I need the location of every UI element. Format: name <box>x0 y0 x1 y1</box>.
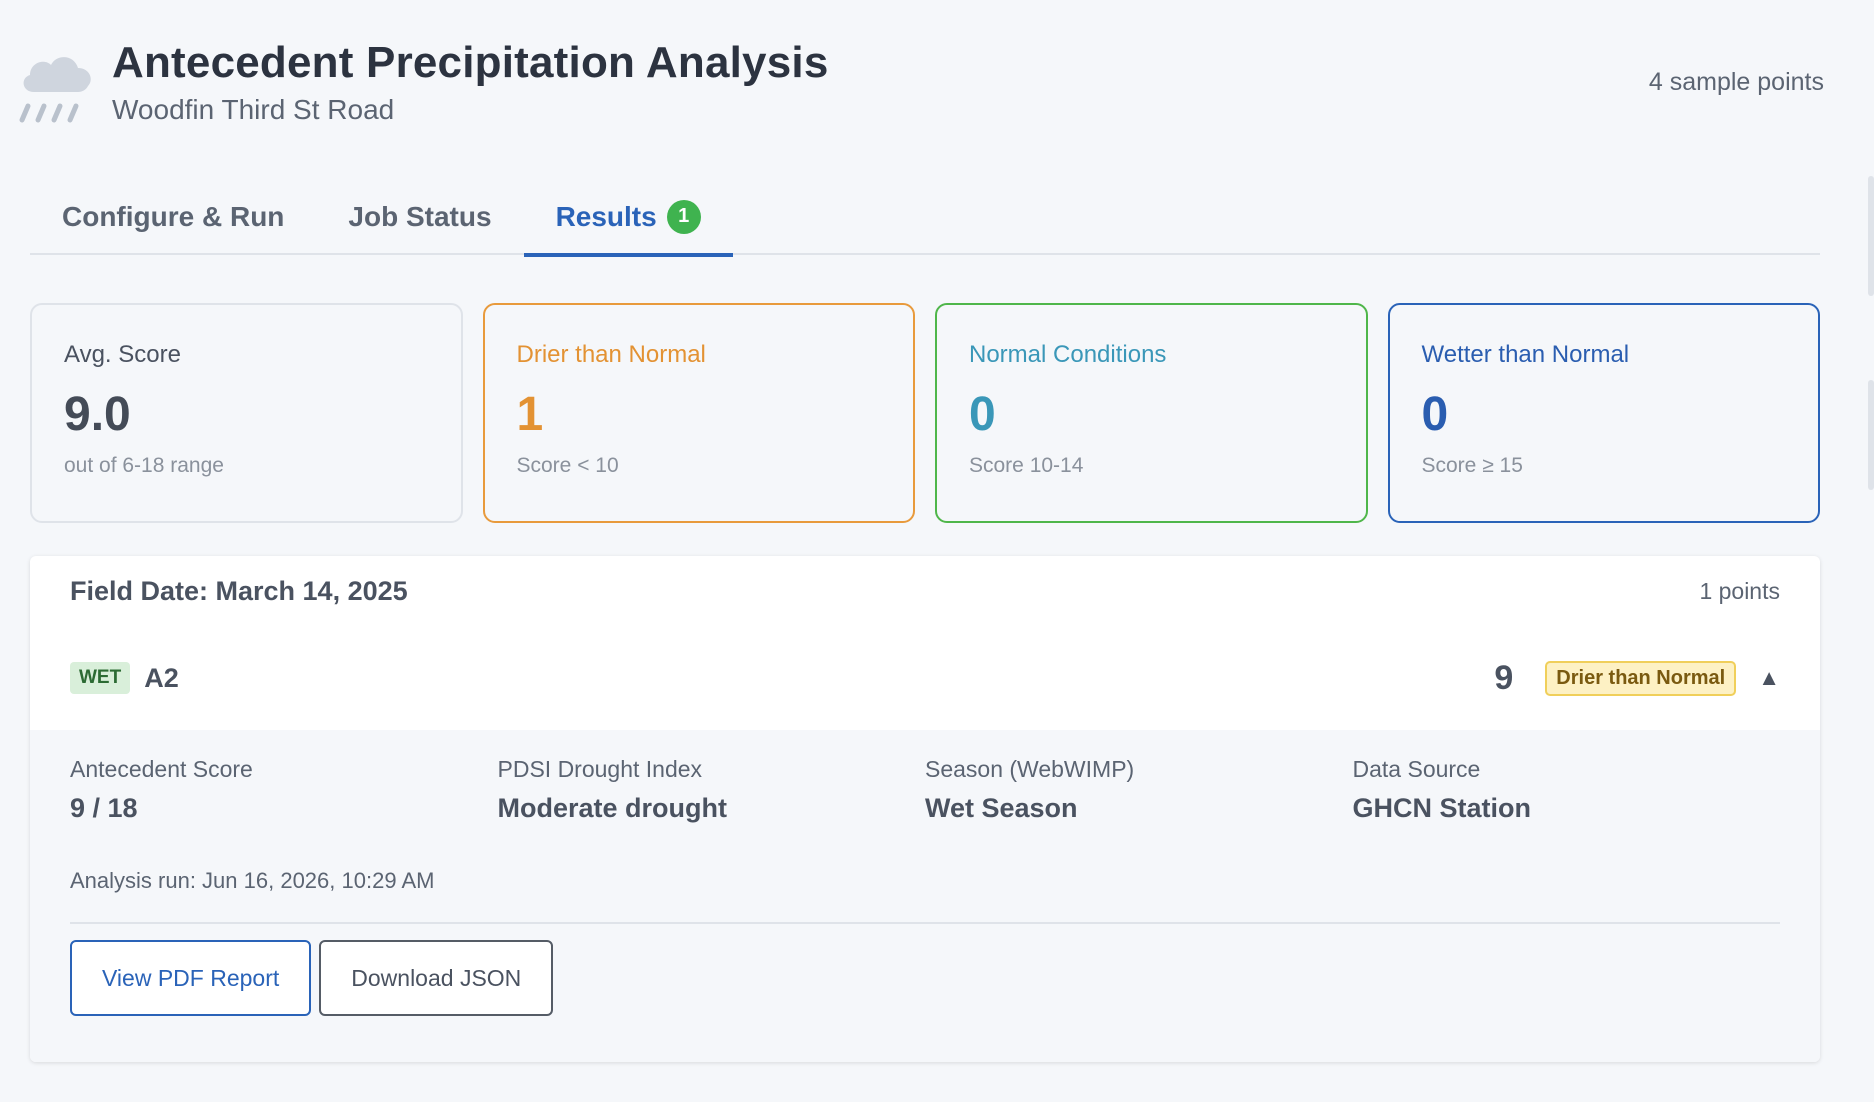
sample-count: 4 sample points <box>1648 68 1824 96</box>
card-note: Score ≥ 15 <box>1421 454 1523 477</box>
card-value: 1 <box>516 388 544 441</box>
card-label: Normal Conditions <box>969 341 1167 368</box>
drier-card: Drier than Normal 1 Score < 10 <box>482 303 915 523</box>
detail-value: 9 / 18 <box>70 793 138 823</box>
tab-configure-run[interactable]: Configure & Run <box>30 178 316 255</box>
chevron-up-icon[interactable]: ▲ <box>1758 665 1780 691</box>
wetter-card: Wetter than Normal 0 Score ≥ 15 <box>1387 303 1820 523</box>
detail-label: Data Source <box>1352 756 1481 782</box>
point-score: 9 <box>1494 658 1514 697</box>
card-value: 9.0 <box>64 388 131 441</box>
card-note: Score 10-14 <box>969 454 1084 477</box>
page-subtitle: Woodfin Third St Road <box>112 94 395 125</box>
header: Antecedent Precipitation Analysis Woodfi… <box>18 38 1824 138</box>
tab-label: Job Status <box>348 200 492 232</box>
divider <box>70 922 1780 924</box>
field-date-heading: Field Date: March 14, 2025 <box>70 575 408 606</box>
detail-label: Season (WebWIMP) <box>925 756 1135 782</box>
antecedent-score: Antecedent Score 9 / 18 <box>70 756 498 824</box>
detail-grid: Antecedent Score 9 / 18 PDSI Drought Ind… <box>70 756 1780 824</box>
row-summary: 9 Drier than Normal ▲ <box>1494 659 1780 698</box>
card-label: Avg. Score <box>64 341 181 368</box>
detail-label: PDSI Drought Index <box>497 756 703 782</box>
pdsi-index: PDSI Drought Index Moderate drought <box>498 756 926 824</box>
analysis-run-timestamp: Analysis run: Jun 16, 2026, 10:29 AM <box>70 868 435 893</box>
status-badge: Drier than Normal <box>1545 660 1737 696</box>
tab-results[interactable]: Results 1 <box>523 178 733 257</box>
view-pdf-report-button[interactable]: View PDF Report <box>70 940 312 1016</box>
results-count-badge: 1 <box>666 199 701 234</box>
tab-bar: Configure & Run Job Status Results 1 <box>30 178 1820 257</box>
summary-cards: Avg. Score 9.0 out of 6-18 range Drier t… <box>30 303 1820 523</box>
card-label: Drier than Normal <box>516 341 706 368</box>
tab-label: Configure & Run <box>62 200 285 232</box>
page-title: Antecedent Precipitation Analysis <box>112 38 829 87</box>
wet-tag: WET <box>70 662 131 694</box>
detail-value: GHCN Station <box>1352 793 1532 823</box>
card-note: Score < 10 <box>516 454 619 477</box>
detail-label: Antecedent Score <box>70 756 253 782</box>
sample-point-row[interactable]: WET A2 9 Drier than Normal ▲ <box>30 626 1820 730</box>
field-date-panel: Field Date: March 14, 2025 1 points WET … <box>30 556 1820 1062</box>
card-label: Wetter than Normal <box>1421 341 1630 368</box>
normal-card: Normal Conditions 0 Score 10-14 <box>935 303 1368 523</box>
points-count: 1 points <box>1699 577 1780 604</box>
card-value: 0 <box>969 388 996 441</box>
tab-label: Results <box>555 200 657 232</box>
action-buttons: View PDF Report Download JSON <box>70 940 1780 1016</box>
point-name: A2 <box>144 662 179 693</box>
tab-job-status[interactable]: Job Status <box>316 178 523 255</box>
point-detail: Antecedent Score 9 / 18 PDSI Drought Ind… <box>30 730 1820 1062</box>
data-source: Data Source GHCN Station <box>1353 756 1781 824</box>
card-value: 0 <box>1421 388 1449 441</box>
avg-score-card: Avg. Score 9.0 out of 6-18 range <box>30 303 463 523</box>
cloud-rain-icon <box>19 57 91 123</box>
page: Antecedent Precipitation Analysis Woodfi… <box>0 0 1874 1102</box>
detail-value: Wet Season <box>925 793 1078 823</box>
detail-value: Moderate drought <box>497 793 728 823</box>
scroll-edge <box>1868 380 1874 490</box>
download-json-button[interactable]: Download JSON <box>319 940 554 1016</box>
panel-header: Field Date: March 14, 2025 1 points <box>30 556 1820 626</box>
scroll-edge <box>1868 176 1874 296</box>
card-note: out of 6-18 range <box>64 454 224 477</box>
season: Season (WebWIMP) Wet Season <box>925 756 1353 824</box>
